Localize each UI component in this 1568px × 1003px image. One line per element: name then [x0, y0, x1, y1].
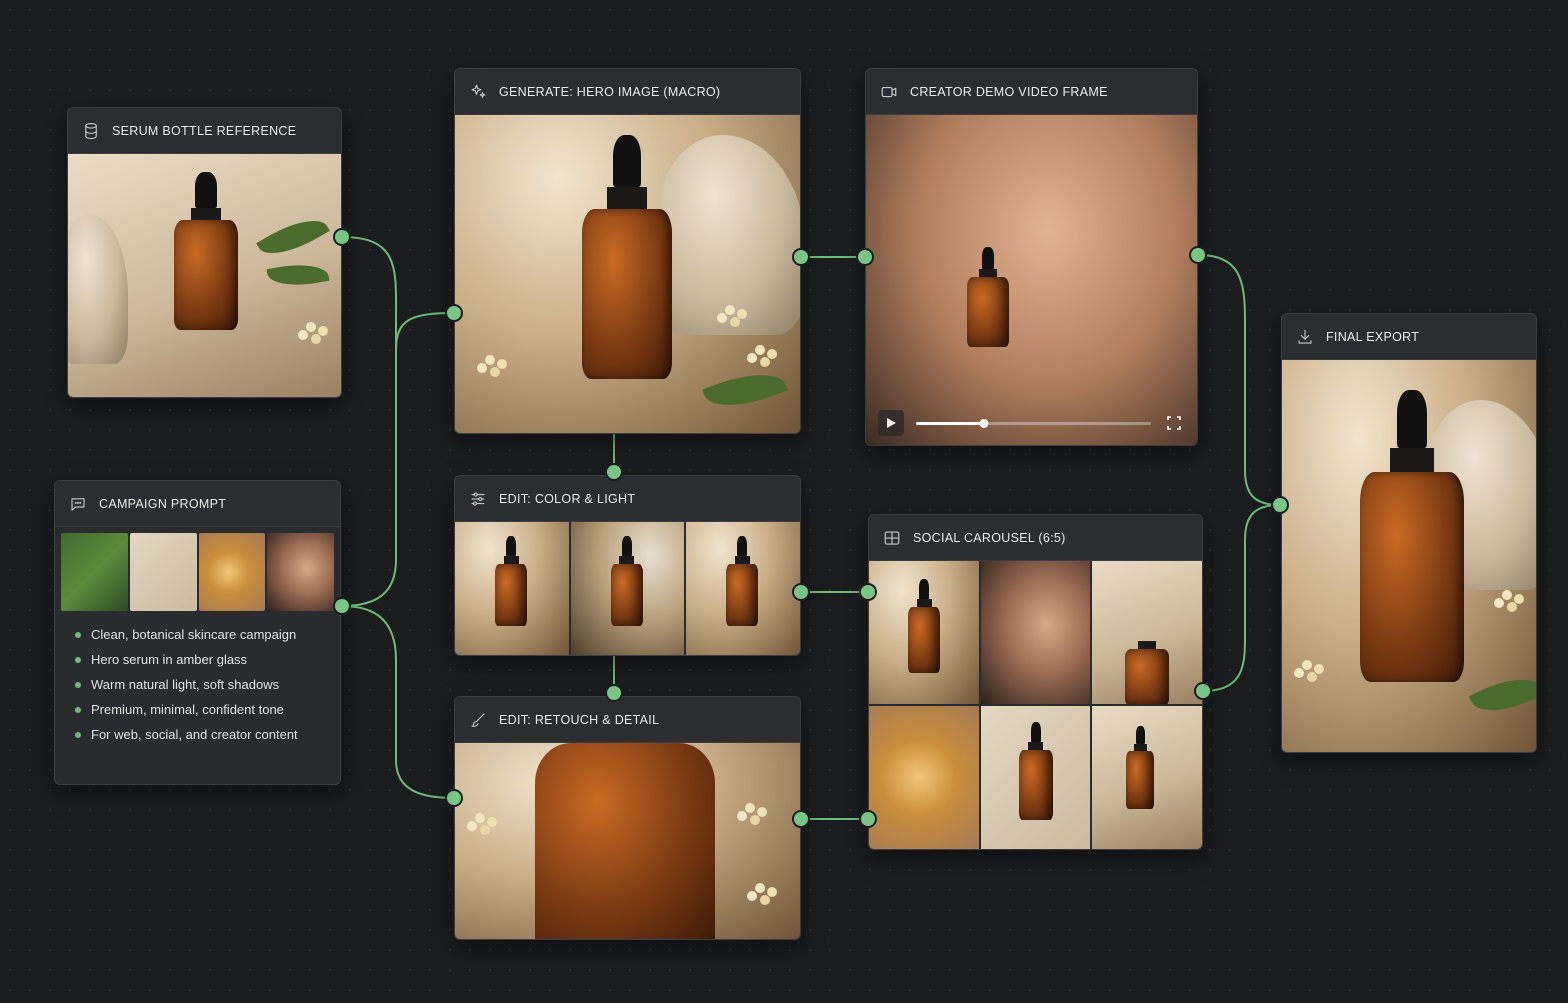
color-variant-3[interactable]	[686, 522, 800, 655]
mood-thumb-model	[267, 533, 334, 611]
port-prompt-out[interactable]	[335, 599, 349, 613]
node-retouch[interactable]: EDIT: RETOUCH & DETAIL	[454, 696, 801, 940]
port-carousel-in[interactable]	[861, 585, 875, 599]
node-header[interactable]: EDIT: COLOR & LIGHT	[455, 476, 800, 522]
node-title: SOCIAL CAROUSEL (6:5)	[913, 530, 1066, 545]
mood-thumb-drops	[198, 533, 266, 611]
port-retouch-out[interactable]	[794, 812, 808, 826]
node-social-carousel[interactable]: SOCIAL CAROUSEL (6:5)	[868, 514, 1203, 850]
carousel-tile-6[interactable]	[1092, 706, 1202, 849]
carousel-grid	[869, 561, 1202, 849]
node-title: FINAL EXPORT	[1326, 329, 1420, 344]
port-hero-in[interactable]	[447, 306, 461, 320]
node-header[interactable]: SOCIAL CAROUSEL (6:5)	[869, 515, 1202, 561]
list-item: Premium, minimal, confident tone	[75, 702, 340, 717]
wire-carousel-to-export	[1202, 504, 1281, 692]
download-icon	[1296, 328, 1314, 346]
scrubber-progress	[916, 421, 985, 425]
carousel-tile-5[interactable]	[980, 706, 1091, 849]
video-frame-image	[866, 115, 1197, 445]
node-header[interactable]: SERUM BOTTLE REFERENCE	[68, 108, 341, 154]
wire-video-to-export	[1197, 254, 1281, 506]
port-retouch-in[interactable]	[447, 791, 461, 805]
node-campaign-prompt[interactable]: CAMPAIGN PROMPT Clean, botanical skincar…	[54, 480, 341, 785]
port-video-out[interactable]	[1191, 248, 1205, 262]
node-title: GENERATE: HERO IMAGE (MACRO)	[499, 84, 721, 99]
fullscreen-icon	[1167, 416, 1181, 430]
node-title: CAMPAIGN PROMPT	[99, 496, 227, 511]
database-icon	[82, 122, 100, 140]
node-title: EDIT: RETOUCH & DETAIL	[499, 712, 660, 727]
node-header[interactable]: CAMPAIGN PROMPT	[55, 481, 340, 527]
scrubber-handle[interactable]	[979, 418, 989, 428]
port-carousel-out[interactable]	[1196, 684, 1210, 698]
video-camera-icon	[880, 83, 898, 101]
chat-bubble-icon	[69, 495, 87, 513]
node-color-light[interactable]: EDIT: COLOR & LIGHT	[454, 475, 801, 656]
mood-thumbnails	[61, 533, 334, 611]
list-item: For web, social, and creator content	[75, 727, 340, 742]
node-title: EDIT: COLOR & LIGHT	[499, 491, 636, 506]
wire-prompt-to-hero	[341, 350, 397, 607]
node-hero-image[interactable]: GENERATE: HERO IMAGE (MACRO)	[454, 68, 801, 434]
grid-icon	[883, 529, 901, 547]
node-title: SERUM BOTTLE REFERENCE	[112, 123, 297, 138]
mood-thumb-leaf	[61, 533, 128, 611]
sparkle-icon	[469, 83, 487, 101]
port-export-in[interactable]	[1273, 498, 1287, 512]
video-controls	[866, 401, 1197, 445]
carousel-tile-1[interactable]	[869, 561, 979, 704]
port-hero-out[interactable]	[794, 250, 808, 264]
carousel-tile-3[interactable]	[1092, 561, 1202, 704]
mood-thumb-cream	[129, 533, 197, 611]
node-title: CREATOR DEMO VIDEO FRAME	[910, 84, 1108, 99]
sliders-icon	[469, 490, 487, 508]
port-retouch-in-top[interactable]	[607, 686, 621, 700]
node-header[interactable]: FINAL EXPORT	[1282, 314, 1536, 360]
color-variant-1[interactable]	[455, 522, 569, 655]
brush-icon	[469, 711, 487, 729]
fullscreen-button[interactable]	[1163, 412, 1185, 434]
node-header[interactable]: EDIT: RETOUCH & DETAIL	[455, 697, 800, 743]
wire-prompt-to-retouch	[341, 605, 455, 799]
video-scrubber[interactable]	[916, 418, 1151, 428]
list-item: Hero serum in amber glass	[75, 652, 340, 667]
hero-image	[455, 115, 800, 433]
node-header[interactable]: GENERATE: HERO IMAGE (MACRO)	[455, 69, 800, 115]
port-reference-out[interactable]	[335, 230, 349, 244]
port-carousel-in-2[interactable]	[861, 812, 875, 826]
color-variant-2[interactable]	[570, 522, 685, 655]
carousel-tile-4[interactable]	[869, 706, 979, 849]
color-variants	[455, 522, 800, 655]
workflow-canvas[interactable]: SERUM BOTTLE REFERENCE CAMPAIGN PROMPT C…	[0, 0, 1568, 1003]
play-button[interactable]	[878, 410, 904, 436]
port-video-in[interactable]	[858, 250, 872, 264]
prompt-body: Clean, botanical skincare campaign Hero …	[55, 527, 340, 784]
node-video-frame[interactable]: CREATOR DEMO VIDEO FRAME	[865, 68, 1198, 446]
final-export-image	[1282, 360, 1536, 752]
list-item: Warm natural light, soft shadows	[75, 677, 340, 692]
port-color-out[interactable]	[794, 585, 808, 599]
node-header[interactable]: CREATOR DEMO VIDEO FRAME	[866, 69, 1197, 115]
play-icon	[887, 418, 896, 428]
retouch-image	[455, 743, 800, 939]
port-color-in[interactable]	[607, 465, 621, 479]
list-item: Clean, botanical skincare campaign	[75, 627, 340, 642]
node-final-export[interactable]: FINAL EXPORT	[1281, 313, 1537, 753]
node-serum-reference[interactable]: SERUM BOTTLE REFERENCE	[67, 107, 342, 398]
carousel-tile-2[interactable]	[980, 561, 1091, 704]
wire-reference-to-hero	[341, 236, 455, 351]
reference-image	[68, 154, 341, 397]
